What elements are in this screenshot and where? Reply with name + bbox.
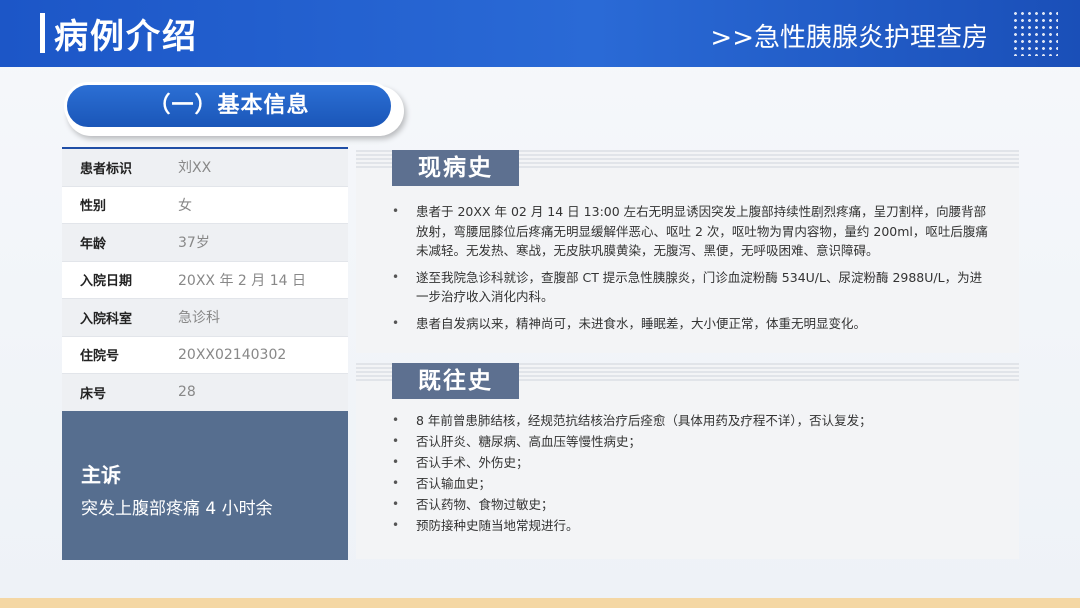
info-value: 20XX02140302 [178,346,287,363]
header-bar: 病例介绍 >>急性胰腺炎护理查房 [0,0,1080,67]
info-key: 性别 [80,199,107,215]
title-accent-bar [40,13,45,53]
info-value: 女 [178,197,192,214]
info-key: 住院号 [80,349,120,365]
info-row-admission-date: 入院日期 20XX 年 2 月 14 日 [62,261,348,299]
page-subtitle: >>急性胰腺炎护理查房 [710,23,988,53]
list-item: 预防接种史随当地常规进行。 [392,516,992,536]
section-title-pill: （一）基本信息 [64,82,394,130]
basic-info-table: 患者标识 刘XX 性别 女 年龄 37岁 入院日期 20XX 年 2 月 14 … [62,147,348,412]
dot-grid-decoration [1012,10,1058,56]
footer-bar [0,598,1080,608]
info-value: 急诊科 [178,310,220,327]
list-item: 否认药物、食物过敏史； [392,495,992,515]
info-row-hospital-number: 住院号 20XX02140302 [62,336,348,374]
info-key: 入院日期 [80,274,133,290]
past-history-list: 8 年前曾患肺结核，经规范抗结核治疗后痊愈（具体用药及疗程不详），否认复发； 否… [392,411,992,537]
list-item: 患者自发病以来，精神尚可，未进食水，睡眠差，大小便正常，体重无明显变化。 [392,314,992,334]
info-key: 患者标识 [80,161,133,177]
info-value: 20XX 年 2 月 14 日 [178,272,306,289]
info-row-age: 年龄 37岁 [62,224,348,262]
past-history-title: 既往史 [392,363,519,399]
list-item: 遂至我院急诊科就诊，查腹部 CT 提示急性胰腺炎，门诊血淀粉酶 534U/L、尿… [392,268,992,307]
chief-complaint-box: 主诉 突发上腹部疼痛 4 小时余 [62,411,348,560]
list-item: 否认输血史； [392,474,992,494]
present-illness-title: 现病史 [392,150,519,186]
info-value: 28 [178,384,196,401]
present-illness-list: 患者于 20XX 年 02 月 14 日 13:00 左右无明显诱因突发上腹部持… [392,202,992,340]
chief-complaint-value: 突发上腹部疼痛 4 小时余 [81,499,273,519]
chief-complaint-title: 主诉 [81,463,121,487]
info-row-patient-id: 患者标识 刘XX [62,149,348,187]
past-history-panel: 既往史 8 年前曾患肺结核，经规范抗结核治疗后痊愈（具体用药及疗程不详），否认复… [356,363,1019,559]
info-value: 刘XX [178,160,212,177]
page-title: 病例介绍 [54,17,198,57]
list-item: 否认肝炎、糖尿病、高血压等慢性病史； [392,432,992,452]
list-item: 8 年前曾患肺结核，经规范抗结核治疗后痊愈（具体用药及疗程不详），否认复发； [392,411,992,431]
info-value: 37岁 [178,235,210,252]
info-row-bed-number: 床号 28 [62,374,348,412]
list-item: 患者于 20XX 年 02 月 14 日 13:00 左右无明显诱因突发上腹部持… [392,202,992,261]
info-key: 床号 [80,386,107,402]
info-row-department: 入院科室 急诊科 [62,299,348,337]
present-illness-panel: 现病史 患者于 20XX 年 02 月 14 日 13:00 左右无明显诱因突发… [356,150,1019,353]
info-key: 年龄 [80,236,107,252]
info-key: 入院科室 [80,311,133,327]
info-row-gender: 性别 女 [62,186,348,224]
list-item: 否认手术、外伤史； [392,453,992,473]
